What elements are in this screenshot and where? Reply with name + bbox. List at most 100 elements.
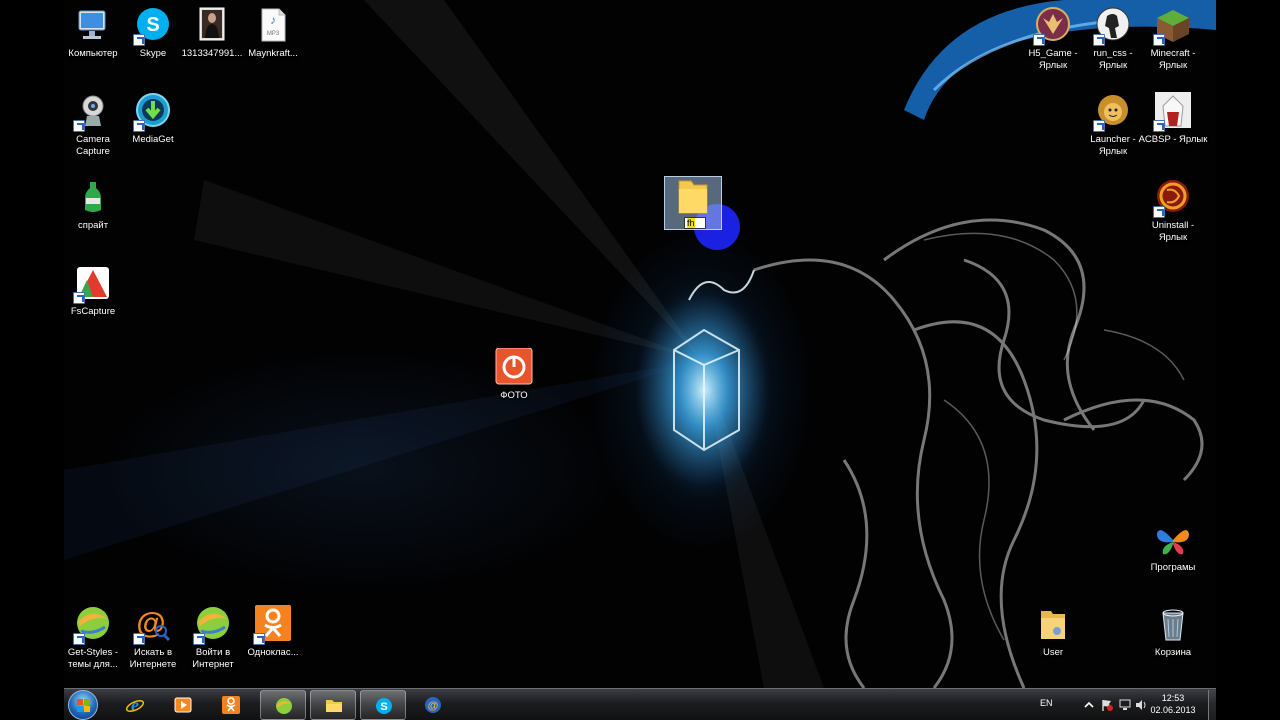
desktop-icon-label: 1313347991... bbox=[181, 48, 243, 59]
desktop-icon-photo-file[interactable]: 1313347991... bbox=[180, 6, 244, 60]
taskbar-skype[interactable]: S bbox=[360, 690, 406, 720]
odnoklassniki-icon bbox=[222, 696, 240, 714]
mail-ru-search-icon: @ bbox=[133, 605, 173, 645]
dragon-uninstall-icon bbox=[1153, 178, 1193, 218]
svg-text:♪: ♪ bbox=[270, 13, 276, 27]
desktop-icon-launcher[interactable]: Launcher - Ярлык bbox=[1081, 92, 1145, 158]
desktop-icon-camera-capture[interactable]: Camera Capture bbox=[64, 92, 125, 158]
action-center-flag-icon[interactable] bbox=[1100, 698, 1114, 712]
sprite-bottle-icon bbox=[73, 178, 113, 218]
shortcut-arrow-icon bbox=[1153, 120, 1165, 132]
desktop-icon-minecraft[interactable]: Minecraft - Ярлык bbox=[1141, 6, 1205, 72]
computer-icon bbox=[73, 6, 113, 46]
svg-text:@: @ bbox=[428, 700, 439, 712]
taskbar-odnoklassniki[interactable] bbox=[208, 690, 254, 720]
show-desktop-button[interactable] bbox=[1208, 690, 1216, 720]
folder-rename-input[interactable]: fh bbox=[684, 217, 706, 229]
webcam-icon bbox=[73, 92, 113, 132]
shortcut-arrow-icon bbox=[73, 120, 85, 132]
desktop-icon-user[interactable]: User bbox=[1021, 605, 1085, 659]
shortcut-arrow-icon bbox=[1093, 34, 1105, 46]
desktop-icon-label: Minecraft - Ярлык bbox=[1150, 48, 1196, 71]
taskbar-get-styles[interactable] bbox=[260, 690, 306, 720]
rename-text: fh bbox=[687, 218, 695, 228]
get-styles-icon bbox=[276, 698, 292, 714]
desktop-icon-programs[interactable]: Програмы bbox=[1141, 520, 1205, 574]
mp3-file-icon: ♪ MP3 bbox=[253, 6, 293, 46]
shortcut-arrow-icon bbox=[1093, 120, 1105, 132]
desktop-icon-search-internet[interactable]: @ Искать в Интернете bbox=[121, 605, 185, 671]
taskbar-internet-explorer[interactable]: e bbox=[112, 690, 158, 720]
desktop-icon-h5-game[interactable]: H5_Game - Ярлык bbox=[1021, 6, 1085, 72]
power-button-icon bbox=[494, 347, 534, 388]
counter-strike-icon bbox=[1093, 6, 1133, 46]
taskbar-media-player[interactable] bbox=[160, 690, 206, 720]
desktop-icon-fscapture[interactable]: FsCapture bbox=[64, 264, 125, 318]
shortcut-arrow-icon bbox=[73, 633, 85, 645]
network-icon[interactable] bbox=[1118, 698, 1132, 712]
assassin-icon bbox=[1153, 92, 1193, 132]
desktop-icon-computer[interactable]: Компьютер bbox=[64, 6, 125, 60]
desktop-icon-sprite[interactable]: спрайт bbox=[64, 178, 125, 232]
desktop-icon-label: FsCapture bbox=[70, 306, 116, 317]
shortcut-arrow-icon bbox=[193, 633, 205, 645]
desktop-icon-recycle-bin[interactable]: Корзина bbox=[1141, 605, 1205, 659]
letterbox-right bbox=[1216, 0, 1280, 720]
taskbar: e S @ EN 12:53 02.06.2013 bbox=[64, 688, 1216, 720]
fscapture-icon bbox=[73, 264, 113, 304]
desktop[interactable]: Компьютер S Skype 1313347991... ♪ MP3 Ma… bbox=[64, 0, 1216, 688]
wallpaper bbox=[64, 0, 1216, 688]
desktop-icon-label: Програмы bbox=[1150, 562, 1196, 573]
system-clock[interactable]: 12:53 02.06.2013 bbox=[1144, 692, 1202, 716]
heroes-game-icon bbox=[1033, 6, 1073, 46]
odnoklassniki-icon bbox=[253, 605, 293, 645]
clock-date: 02.06.2013 bbox=[1150, 705, 1196, 715]
skype-icon: S bbox=[376, 698, 392, 714]
shortcut-arrow-icon bbox=[133, 120, 145, 132]
get-styles-icon bbox=[73, 605, 113, 645]
desktop-icon-label: ФОТО bbox=[500, 390, 528, 401]
shortcut-arrow-icon bbox=[1033, 34, 1045, 46]
shortcut-arrow-icon bbox=[133, 34, 145, 46]
image-file-icon bbox=[192, 6, 232, 46]
internet-explorer-icon: e bbox=[125, 695, 145, 715]
clock-time: 12:53 bbox=[1161, 693, 1185, 703]
shortcut-arrow-icon bbox=[73, 292, 85, 304]
start-button[interactable] bbox=[68, 690, 98, 720]
desktop-icon-foto[interactable]: ФОТО bbox=[482, 347, 546, 402]
desktop-icon-label: Maynkraft... bbox=[248, 48, 298, 59]
shortcut-arrow-icon bbox=[1153, 206, 1165, 218]
taskbar-mail-agent[interactable]: @ bbox=[410, 690, 456, 720]
desktop-icon-odnoklassniki[interactable]: Одноклас... bbox=[241, 605, 305, 659]
tray-expand-icon[interactable] bbox=[1082, 698, 1096, 712]
language-indicator[interactable]: EN bbox=[1040, 698, 1053, 708]
desktop-icon-skype[interactable]: S Skype bbox=[121, 6, 185, 60]
svg-text:S: S bbox=[146, 14, 159, 36]
mediaget-icon bbox=[133, 92, 173, 132]
desktop-icon-label: ACBSP - Ярлык bbox=[1138, 134, 1208, 145]
shortcut-arrow-icon bbox=[253, 633, 265, 645]
desktop-icon-login-internet[interactable]: Войти в Интернет bbox=[181, 605, 245, 671]
user-folder-icon bbox=[1033, 605, 1073, 645]
windows-logo-icon bbox=[77, 699, 91, 712]
shortcut-arrow-icon bbox=[1153, 34, 1165, 46]
desktop-icon-label: MediaGet bbox=[132, 134, 174, 145]
folder-icon bbox=[326, 700, 342, 712]
taskbar-explorer[interactable] bbox=[310, 690, 356, 720]
desktop-icon-mediaget[interactable]: MediaGet bbox=[121, 92, 185, 146]
desktop-icon-acbsp[interactable]: ACBSP - Ярлык bbox=[1138, 92, 1208, 146]
desktop-icon-run-css[interactable]: run_css - Ярлык bbox=[1081, 6, 1145, 72]
desktop-icon-label: Корзина bbox=[1154, 647, 1192, 658]
desktop-icon-mp3-file[interactable]: ♪ MP3 Maynkraft... bbox=[241, 6, 305, 60]
desktop-icon-label: Одноклас... bbox=[247, 647, 299, 658]
desktop-icon-get-styles[interactable]: Get-Styles - темы для... bbox=[64, 605, 125, 671]
skype-icon: S bbox=[133, 6, 173, 46]
media-player-icon bbox=[174, 697, 192, 713]
svg-text:e: e bbox=[131, 695, 139, 715]
desktop-icon-label: User bbox=[1042, 647, 1064, 658]
shortcut-arrow-icon bbox=[133, 633, 145, 645]
desktop-icon-uninstall[interactable]: Uninstall - Ярлык bbox=[1141, 178, 1205, 244]
butterfly-icon bbox=[1153, 520, 1193, 560]
mail-agent-icon: @ bbox=[425, 697, 441, 713]
minecraft-block-icon bbox=[1153, 6, 1193, 46]
